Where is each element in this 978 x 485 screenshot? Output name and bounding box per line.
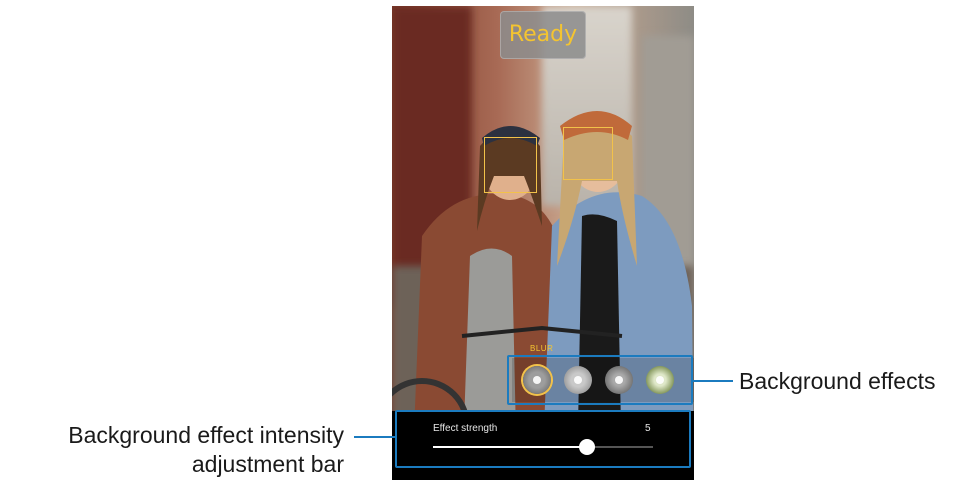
intensity-callout-box	[395, 410, 691, 468]
effects-callout-box	[507, 355, 693, 405]
preview-photo	[392, 6, 694, 480]
face-detection-box-right	[563, 127, 613, 180]
intensity-callout-label-line1: Background effect intensity	[68, 422, 344, 448]
effect-name-label: BLUR	[530, 344, 554, 353]
ready-indicator: Ready	[500, 11, 586, 59]
effects-callout-line	[693, 380, 733, 382]
intensity-callout-label-line2: adjustment bar	[191, 451, 344, 477]
effects-callout-label: Background effects	[739, 368, 936, 394]
face-detection-box-left	[484, 137, 537, 193]
camera-screen: Ready BLUR Effect strength 5	[392, 6, 694, 480]
intensity-callout-line	[354, 436, 395, 438]
